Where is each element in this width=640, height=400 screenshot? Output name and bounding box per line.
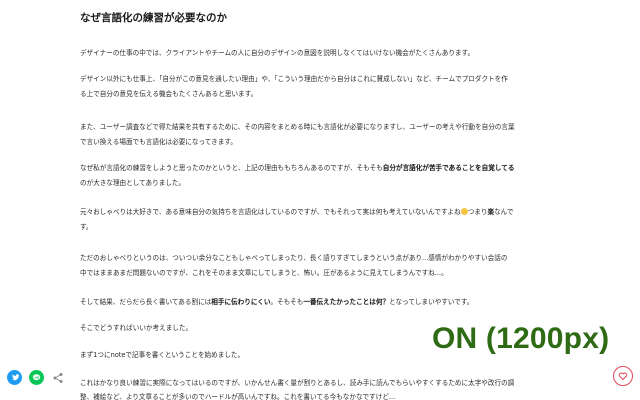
share-button[interactable] <box>52 372 64 384</box>
paragraph-10-line-2: 整、補絵など、より文章ることが多いのでハードルが高いんですね。これを書いてる今も… <box>80 393 396 400</box>
paragraph-4-line-2: のが大きな理由としてありました。 <box>80 179 186 187</box>
article-title: なぜ言語化の練習が必要なのか <box>80 12 227 24</box>
paragraph-1: デザイナーの仕事の中では、クライアントやチームの人に自分のデザインの意図を説明し… <box>80 49 475 57</box>
paragraph-4-bold: 自分が言語化が苦手であることを自覚してる <box>382 164 515 172</box>
heart-icon <box>618 372 628 381</box>
like-button[interactable] <box>613 366 633 386</box>
line-share-button[interactable]: LINE <box>29 370 44 385</box>
paragraph-7-mid: 。そもそも <box>270 298 304 306</box>
paragraph-7: そして結果、だらだら長く書いてある割には相手に伝わりにくい。そもそも一番伝えたか… <box>80 295 560 311</box>
paragraph-7-bold-1: 相手に伝わりにくい <box>211 298 271 306</box>
paragraph-5-mid: つまり <box>467 208 488 216</box>
paragraph-7-bold-2: 一番伝えたかったことは何？ <box>303 298 390 306</box>
paragraph-7-text: そして結果、だらだら長く書いてある割には <box>80 298 212 306</box>
twitter-bird-icon <box>12 374 20 381</box>
paragraph-6-line-1: ただのおしゃべりというのは、ついつい余分なこともしゃべってしまったり、長く語りす… <box>80 254 508 262</box>
paragraph-5-line-2: す。 <box>80 223 93 231</box>
paragraph-3-line-1: また、ユーザー調査などで得た結果を共有するために、その内容をまとめる時にも言語化… <box>80 123 515 131</box>
line-logo-icon: LINE <box>32 374 41 381</box>
smile-emoji-icon <box>460 208 468 215</box>
paragraph-5-post: なんで <box>494 208 514 216</box>
paragraph-2-line-1: デザイン以外にも仕事上、「自分がこの意見を通したい理由」や、「こういう理由だから… <box>80 75 508 83</box>
width-overlay-label: ON (1200px) <box>432 322 610 355</box>
paragraph-4-text: なぜ私が言語化の練習をしようと思ったのかというと、上記の理由ももちろんあるのです… <box>80 164 383 172</box>
share-icon <box>53 373 63 383</box>
paragraph-3-line-2: で言い換える場面でも言語化は必要になってきます。 <box>80 138 237 146</box>
line-logo-text: LINE <box>34 375 40 379</box>
paragraph-5-line-1: 元々おしゃべりは大好きで、ある意味自分の気持ちを言語化はしているのですが、でもそ… <box>80 205 560 221</box>
paragraph-5-text: 元々おしゃべりは大好きで、ある意味自分の気持ちを言語化はしているのですが、でもそ… <box>80 208 461 216</box>
paragraph-6-line-2: 中ではままあまだ問題ないのですが、これをそのまま文章にしてしまうと、怖い。圧があ… <box>80 269 448 277</box>
paragraph-4-line-1: なぜ私が言語化の練習をしようと思ったのかというと、上記の理由ももちろんあるのです… <box>80 161 560 177</box>
twitter-share-button[interactable] <box>7 370 22 385</box>
paragraph-7-post: となってしまいやすいです。 <box>389 298 474 306</box>
paragraph-2-line-2: る上で自分の意見を伝える機会もたくさんあると思います。 <box>80 90 258 98</box>
